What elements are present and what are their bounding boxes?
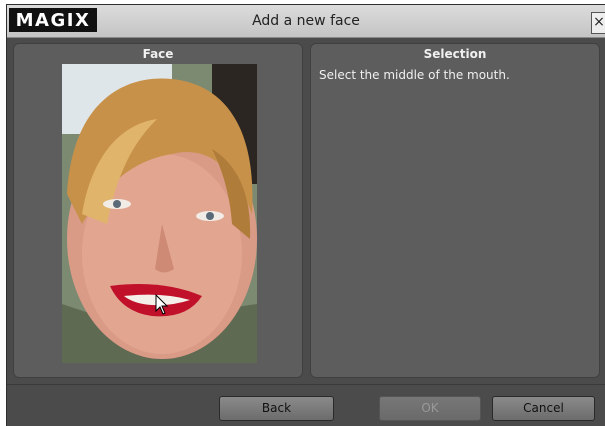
- face-panel-title: Face: [142, 47, 174, 61]
- selection-instruction: Select the middle of the mouth.: [319, 68, 510, 82]
- face-photo[interactable]: [62, 64, 257, 363]
- close-icon[interactable]: ×: [593, 14, 605, 30]
- selection-panel-title: Selection: [423, 47, 487, 61]
- logo-text: MAGIX: [15, 9, 91, 31]
- cancel-button[interactable]: Cancel: [492, 396, 595, 421]
- add-face-dialog: Add a new face MAGIX × Face Selection Se…: [6, 4, 605, 426]
- back-button[interactable]: Back: [219, 396, 334, 421]
- footer-divider: [7, 384, 605, 385]
- face-panel: Face: [13, 43, 303, 378]
- title-bar: Add a new face MAGIX ×: [7, 5, 605, 38]
- magix-logo: MAGIX: [9, 8, 97, 32]
- ok-button[interactable]: OK: [379, 396, 481, 421]
- selection-panel: Selection Select the middle of the mouth…: [310, 43, 600, 378]
- mouse-pointer-icon: [155, 294, 169, 315]
- close-button[interactable]: ×: [591, 12, 605, 34]
